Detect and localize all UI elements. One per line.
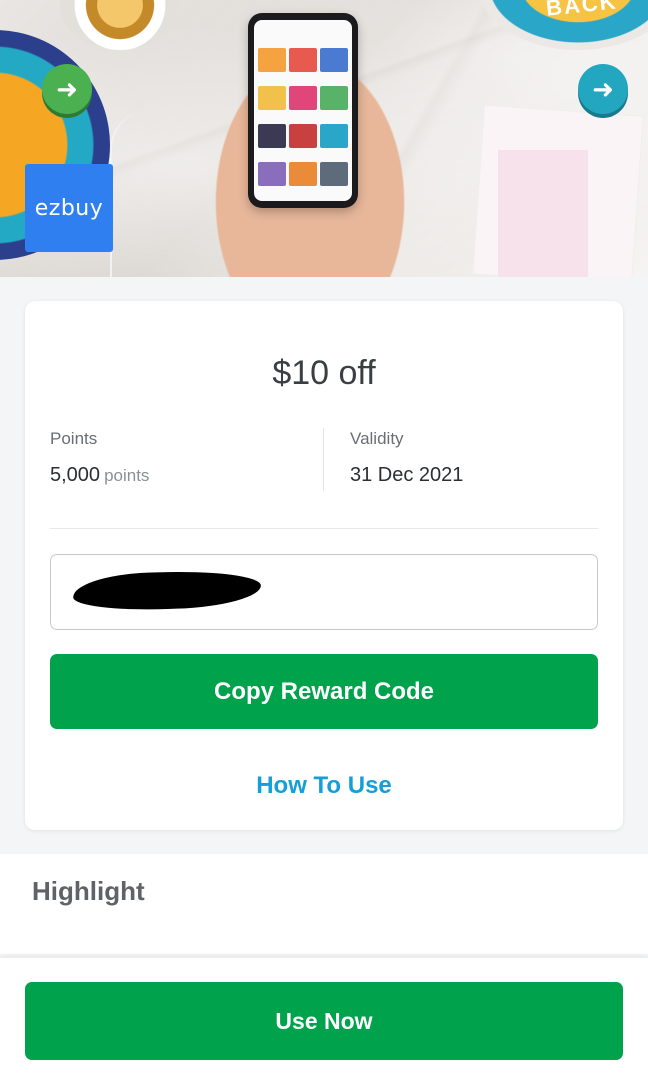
paper-image: [498, 150, 588, 277]
redacted-reward-code: [72, 568, 262, 613]
bottom-action-bar: Use Now: [0, 958, 648, 1080]
highlight-section: Highlight: [0, 854, 648, 954]
arrow-icon: ➜: [42, 64, 92, 114]
points-value: 5,000: [50, 464, 101, 486]
arrow-icon: ➜: [578, 64, 628, 114]
promo-banner: BACK ➜ ➜ ezbuy: [0, 0, 648, 277]
validity-label: Validity: [350, 429, 404, 448]
info-divider: [323, 428, 324, 491]
validity-info: Validity 31 Dec 2021: [350, 429, 463, 487]
points-info: Points 5,000 points: [50, 429, 149, 487]
phone-screen: [254, 20, 352, 201]
card-divider: [50, 528, 598, 529]
points-value-row: 5,000 points: [50, 464, 149, 487]
voucher-card: $10 off Points 5,000 points Validity 31 D…: [25, 301, 623, 830]
phone-image: [248, 13, 358, 208]
copy-reward-code-button[interactable]: Copy Reward Code: [50, 654, 598, 729]
points-label: Points: [50, 429, 98, 448]
reward-code-field[interactable]: [50, 554, 598, 630]
points-unit: points: [104, 466, 150, 485]
offer-title: $10 off: [272, 354, 376, 392]
earphone-image: [110, 110, 170, 277]
highlight-title: Highlight: [32, 876, 145, 906]
use-now-button[interactable]: Use Now: [25, 982, 623, 1060]
ezbuy-logo: ezbuy: [25, 164, 113, 252]
validity-value: 31 Dec 2021: [350, 464, 464, 486]
how-to-use-link[interactable]: How To Use: [25, 772, 623, 800]
